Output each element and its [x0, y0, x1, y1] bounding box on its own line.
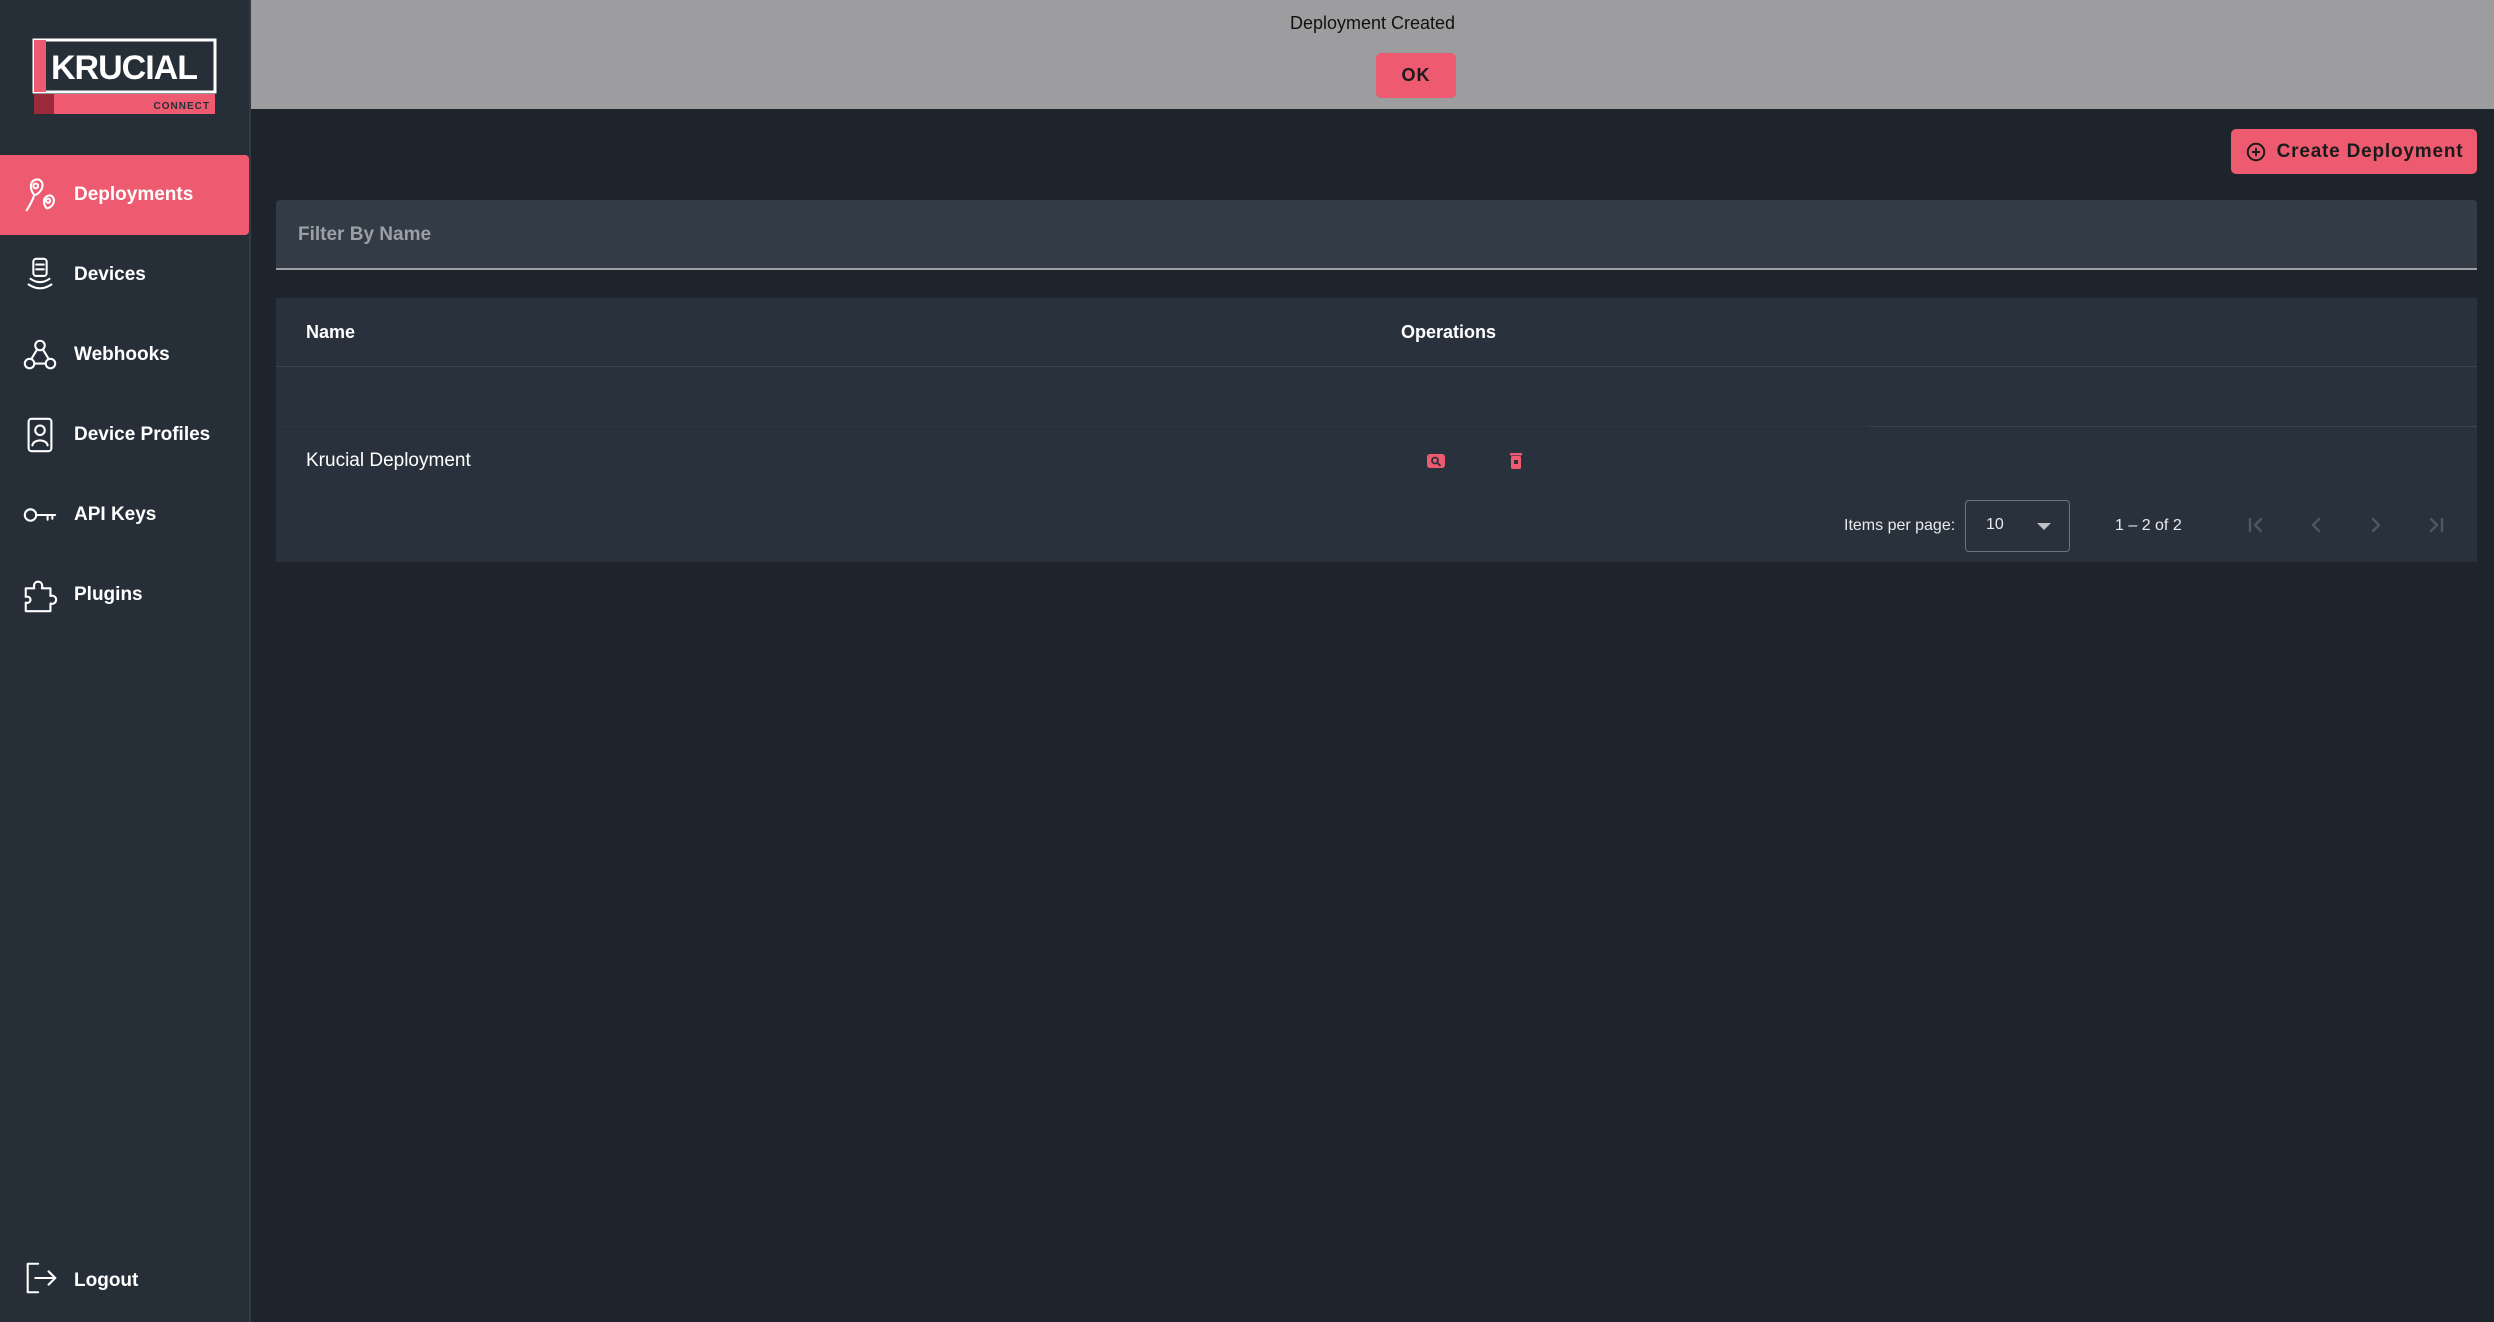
- deployment-name-cell: Krucial Deployment: [306, 450, 471, 471]
- row-divider: [276, 426, 1870, 427]
- sidebar-item-label: API Keys: [74, 504, 157, 525]
- webhook-icon: [20, 335, 60, 375]
- key-icon: [20, 495, 60, 535]
- delete-icon: [1510, 453, 1522, 469]
- sidebar-item-label: Deployments: [74, 184, 194, 205]
- filter-by-name-input[interactable]: [296, 200, 2100, 270]
- chevron-left-icon: [2311, 517, 2321, 533]
- column-header-operations: Operations: [1401, 322, 1497, 342]
- sidebar-item-label: Devices: [74, 264, 146, 285]
- banner-message: Deployment Created: [1289, 13, 1456, 33]
- first-page-icon: [2248, 517, 2263, 533]
- puzzle-icon: [20, 575, 60, 615]
- create-deployment-button[interactable]: Create Deployment: [2231, 129, 2477, 174]
- sidebar-item-devices[interactable]: Devices: [0, 235, 249, 315]
- logo-wordmark: KRUCIAL: [51, 49, 197, 87]
- page-range-label: 1 – 2 of 2: [2115, 517, 2182, 534]
- items-per-page-label: Items per page:: [1844, 517, 1956, 534]
- create-deployment-label: Create Deployment: [2276, 140, 2464, 162]
- first-page-button[interactable]: [2241, 510, 2271, 540]
- notification-banner: Deployment Created OK: [251, 0, 2494, 109]
- next-page-button[interactable]: [2361, 510, 2391, 540]
- row-divider: [1870, 426, 2477, 427]
- page-size-select[interactable]: 10: [1965, 500, 2070, 552]
- sidebar-item-plugins[interactable]: Plugins: [0, 555, 249, 635]
- column-header-name: Name: [306, 322, 356, 342]
- sidebar-item-label: Plugins: [74, 584, 143, 605]
- view-icon: [1427, 454, 1445, 468]
- view-deployment-button[interactable]: [1425, 450, 1447, 472]
- logout-icon: [0, 1259, 74, 1303]
- chevron-right-icon: [2371, 517, 2381, 533]
- header-divider: [276, 366, 2477, 367]
- sidebar-item-label: Device Profiles: [74, 424, 211, 445]
- sidebar-item-api-keys[interactable]: API Keys: [0, 475, 249, 555]
- logo-tagline: CONNECT: [154, 101, 210, 112]
- logout-label: Logout: [74, 1270, 139, 1291]
- delete-deployment-button[interactable]: [1505, 450, 1527, 472]
- device-icon: [20, 255, 60, 295]
- ok-button[interactable]: OK: [1376, 53, 1456, 98]
- sidebar-item-deployments[interactable]: Deployments: [0, 155, 249, 235]
- sidebar: KRUCIAL CONNECT Deployments Devices Webh…: [0, 0, 251, 1322]
- profile-icon: [20, 415, 60, 455]
- map-pin-icon: [20, 175, 60, 215]
- last-page-button[interactable]: [2421, 510, 2451, 540]
- deployments-table: Name Operations Krucial Deployment Items…: [276, 298, 2477, 562]
- dropdown-arrow-icon: [2037, 523, 2051, 530]
- add-circle-icon: [2246, 142, 2265, 161]
- page-size-value: 10: [1986, 516, 2004, 533]
- sidebar-item-label: Webhooks: [74, 344, 170, 365]
- filter-field: [276, 200, 2477, 270]
- sidebar-item-device-profiles[interactable]: Device Profiles: [0, 395, 249, 475]
- krucial-logo[interactable]: KRUCIAL CONNECT: [32, 38, 217, 118]
- sidebar-item-webhooks[interactable]: Webhooks: [0, 315, 249, 395]
- logout-button[interactable]: Logout: [0, 1241, 249, 1321]
- previous-page-button[interactable]: [2301, 510, 2331, 540]
- last-page-icon: [2429, 517, 2444, 533]
